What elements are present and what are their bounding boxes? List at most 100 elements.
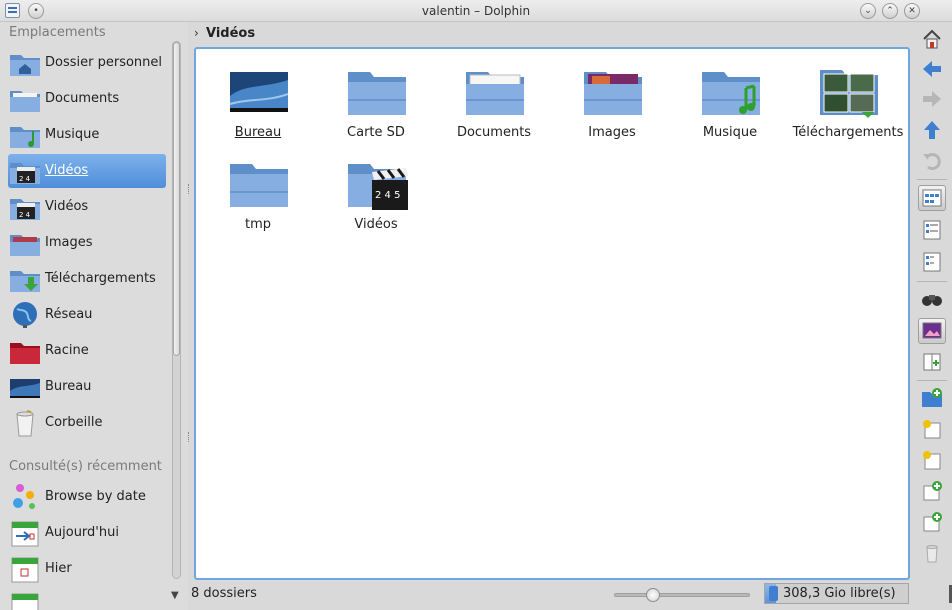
scroll-down-arrow-icon[interactable]: ▼ [171, 590, 179, 601]
zoom-slider-handle[interactable] [645, 588, 660, 602]
calendar-yesterday-icon [11, 557, 39, 583]
new-folder-button[interactable] [918, 385, 946, 411]
downloads-folder-icon [10, 271, 40, 292]
place-reseau[interactable]: Réseau [8, 298, 166, 332]
close-button[interactable]: ✕ [904, 3, 920, 19]
place-label: Browse by date [45, 489, 146, 504]
place-documents[interactable]: Documents [8, 82, 166, 116]
recent-aujourdhui[interactable]: Aujourd'hui [8, 516, 166, 550]
root-folder-icon [10, 343, 40, 364]
place-label: Bureau [45, 379, 92, 394]
documents-folder-icon [466, 72, 524, 115]
svg-text:2 4: 2 4 [19, 211, 31, 219]
place-bureau[interactable]: Bureau [8, 370, 166, 404]
add-item-button[interactable] [918, 478, 946, 504]
file-name: Carte SD [347, 125, 405, 140]
scrollbar-thumb[interactable] [173, 42, 180, 356]
trash-button[interactable] [918, 540, 946, 566]
place-telechargements[interactable]: Téléchargements [8, 262, 166, 296]
add-document-icon [923, 481, 942, 501]
title-bar: • valentin – Dolphin ⌄ ⌃ ✕ [0, 0, 952, 22]
place-videos-selected[interactable]: 2 4 Vidéos [8, 154, 166, 188]
place-label: Réseau [45, 307, 93, 322]
new-tab-button[interactable] [918, 349, 946, 375]
desktop-icon [10, 379, 40, 398]
up-button[interactable] [918, 117, 946, 143]
status-summary: 8 dossiers [191, 586, 257, 601]
place-dossier-personnel[interactable]: Dossier personnel [8, 46, 166, 80]
svg-text:2 4 5: 2 4 5 [375, 190, 400, 201]
details-view-icon [923, 220, 941, 240]
browse-date-icon [13, 484, 35, 509]
place-label: Téléchargements [45, 271, 156, 286]
icons-view-button[interactable] [918, 185, 946, 211]
details-view-button[interactable] [918, 217, 946, 243]
sidebar-scrollbar[interactable]: ▼ [170, 41, 183, 601]
file-item-bureau[interactable]: Bureau [199, 54, 317, 140]
new-document-button[interactable] [918, 447, 946, 473]
minimize-button[interactable]: ⌄ [860, 3, 876, 19]
preview-button[interactable] [918, 286, 946, 312]
network-globe-icon [13, 302, 37, 328]
split-view-button[interactable] [918, 318, 946, 344]
images-folder-icon [584, 72, 642, 115]
recent-browse-by-date[interactable]: Browse by date [8, 480, 166, 514]
status-bar: 8 dossiers 308,3 Gio libre(s) [188, 582, 912, 606]
file-item-images[interactable]: Images [553, 54, 671, 140]
svg-text:2 4: 2 4 [19, 175, 31, 183]
panel-splitter[interactable] [187, 22, 192, 582]
file-name: Bureau [234, 125, 282, 140]
add-item-2-button[interactable] [918, 509, 946, 535]
undo-button[interactable] [918, 147, 946, 173]
file-item-documents[interactable]: Documents [435, 54, 553, 140]
home-button[interactable] [918, 26, 946, 52]
home-icon [923, 29, 941, 49]
binoculars-icon [922, 295, 942, 306]
folder-icon [230, 164, 288, 207]
recent-section-header: Consulté(s) récemment [9, 459, 162, 474]
breadcrumb-chevron-icon[interactable]: › [194, 26, 199, 40]
file-name: tmp [244, 217, 271, 232]
arrow-right-icon [923, 91, 941, 107]
file-item-carte-sd[interactable]: Carte SD [317, 54, 435, 140]
file-item-videos[interactable]: 2 4 5 Vidéos [317, 146, 435, 232]
place-racine[interactable]: Racine [8, 334, 166, 368]
music-folder-icon [10, 127, 40, 148]
trash-icon [926, 545, 938, 563]
disk-icon [769, 586, 778, 601]
places-panel: Emplacements Dossier personnel Documents… [0, 22, 188, 610]
file-item-tmp[interactable]: tmp [199, 146, 317, 232]
recent-hier[interactable]: Hier [8, 552, 166, 586]
place-corbeille[interactable]: Corbeille [8, 406, 166, 440]
arrow-left-icon [923, 61, 941, 77]
breadcrumb: › Vidéos [192, 22, 912, 46]
calendar-icon [11, 593, 39, 610]
free-space-indicator[interactable]: 308,3 Gio libre(s) [764, 583, 909, 604]
documents-folder-icon [10, 91, 40, 112]
maximize-button[interactable]: ⌃ [882, 3, 898, 19]
place-videos[interactable]: 2 4 Vidéos [8, 190, 166, 224]
file-item-telechargements[interactable]: Téléchargements [789, 54, 907, 140]
file-item-musique[interactable]: Musique [671, 54, 789, 140]
arrow-up-icon [924, 121, 940, 139]
image-preview-icon [922, 322, 942, 339]
forward-button[interactable] [918, 86, 946, 112]
new-file-button[interactable] [918, 416, 946, 442]
scrollbar-track[interactable] [172, 41, 181, 579]
compact-view-button[interactable] [918, 249, 946, 275]
recent-partial-item[interactable] [8, 588, 166, 610]
zoom-slider[interactable] [614, 588, 750, 602]
icons-view-icon [922, 189, 942, 207]
place-musique[interactable]: Musique [8, 118, 166, 152]
file-name: Musique [702, 125, 758, 140]
right-toolbar [913, 22, 950, 610]
file-name: Images [588, 125, 636, 140]
breadcrumb-current[interactable]: Vidéos [206, 26, 255, 41]
place-label: Musique [45, 127, 100, 142]
file-view[interactable]: Bureau Carte SD Documents Images Musique… [194, 47, 910, 580]
back-button[interactable] [918, 56, 946, 82]
place-label: Images [45, 235, 93, 250]
place-images[interactable]: Images [8, 226, 166, 260]
place-label: Vidéos [45, 199, 89, 214]
downloads-folder-icon [820, 70, 878, 118]
